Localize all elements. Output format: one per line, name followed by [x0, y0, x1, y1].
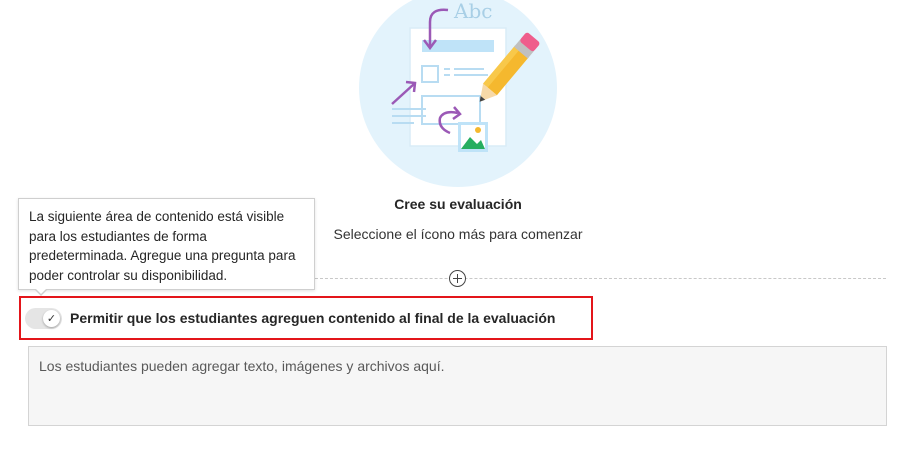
student-content-area[interactable]: Los estudiantes pueden agregar texto, im… — [28, 346, 887, 426]
assessment-illustration-graphic: Abc — [359, 0, 557, 187]
abc-caption: Abc — [453, 0, 492, 23]
tooltip-arrow — [34, 288, 48, 296]
add-content-plus-icon[interactable] — [449, 270, 466, 287]
checkmark-icon: ✓ — [43, 310, 60, 327]
student-content-toggle-label: Permitir que los estudiantes agreguen co… — [70, 310, 556, 326]
add-content-divider — [315, 278, 886, 279]
visibility-tooltip: La siguiente área de contenido está visi… — [18, 198, 315, 290]
student-content-toggle[interactable]: ✓ — [25, 308, 62, 329]
assessment-illustration: Abc — [358, 0, 558, 188]
